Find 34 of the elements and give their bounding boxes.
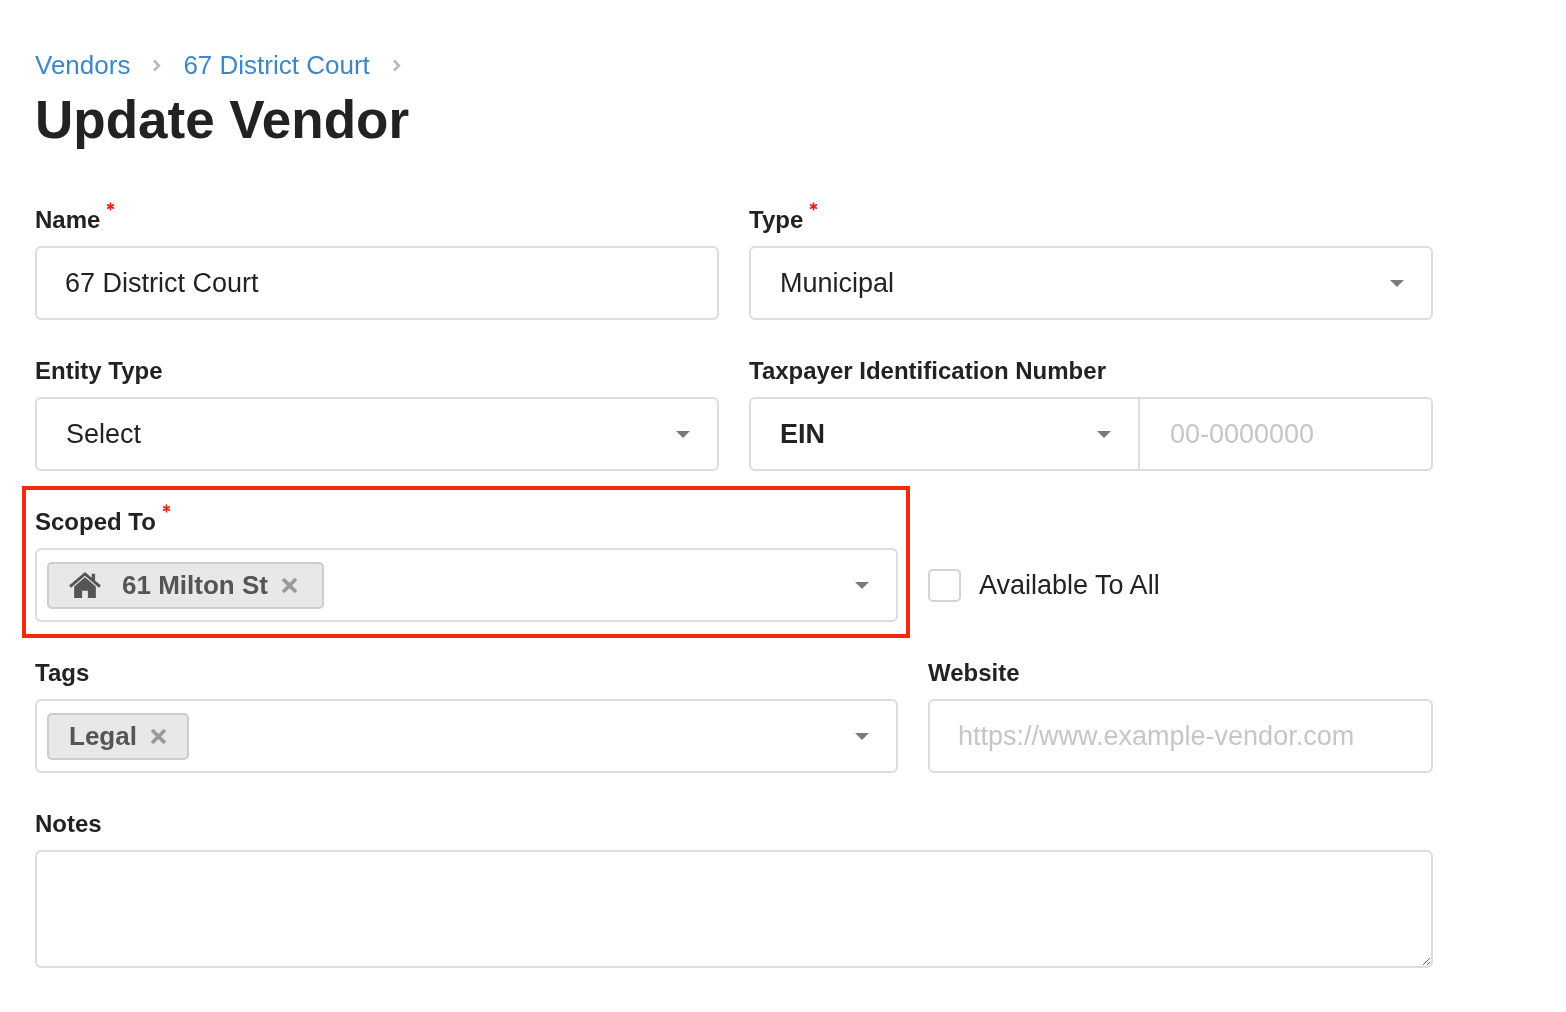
- page-title: Update Vendor: [35, 89, 409, 151]
- caret-icon: [1390, 279, 1404, 287]
- select-field[interactable]: Municipal: [749, 246, 1433, 320]
- chevron-icon: [391, 58, 401, 72]
- field-label: Taxpayer Identification Number: [749, 356, 1106, 386]
- tag-label: Legal: [69, 720, 137, 752]
- house-icon: [69, 572, 101, 598]
- tag-label: 61 Milton St: [122, 569, 268, 601]
- field-label: Type: [749, 205, 804, 235]
- notes-field[interactable]: [35, 850, 1433, 968]
- breadcrumb-link[interactable]: 67 District Court: [183, 49, 370, 81]
- field-label: Tags: [35, 658, 90, 688]
- multi-select-field[interactable]: 61 Milton St: [35, 548, 898, 622]
- input-field[interactable]: 67 District Court: [35, 246, 719, 320]
- id-type-select[interactable]: EIN: [749, 397, 1140, 471]
- multi-select-field[interactable]: Legal: [35, 699, 898, 773]
- checkbox-label: Available To All: [979, 569, 1160, 601]
- field-label: Name: [35, 205, 101, 235]
- remove-icon[interactable]: [280, 576, 298, 594]
- field-label: Website: [928, 658, 1020, 688]
- field-label: Scoped To: [35, 507, 156, 537]
- caret-icon: [1097, 430, 1111, 438]
- checkbox[interactable]: [928, 568, 961, 602]
- caret-icon: [676, 430, 690, 438]
- input-field[interactable]: https://www.example-vendor.com: [928, 699, 1433, 773]
- caret-icon: [855, 732, 869, 740]
- remove-icon[interactable]: [149, 727, 167, 745]
- chevron-icon: [152, 58, 162, 72]
- input-field[interactable]: 00-0000000: [1140, 397, 1433, 471]
- caret-icon: [855, 581, 869, 589]
- breadcrumb-link[interactable]: Vendors: [35, 49, 131, 81]
- field-label: Entity Type: [35, 356, 163, 386]
- select-field[interactable]: Select: [35, 397, 719, 471]
- field-label: Notes: [35, 809, 102, 839]
